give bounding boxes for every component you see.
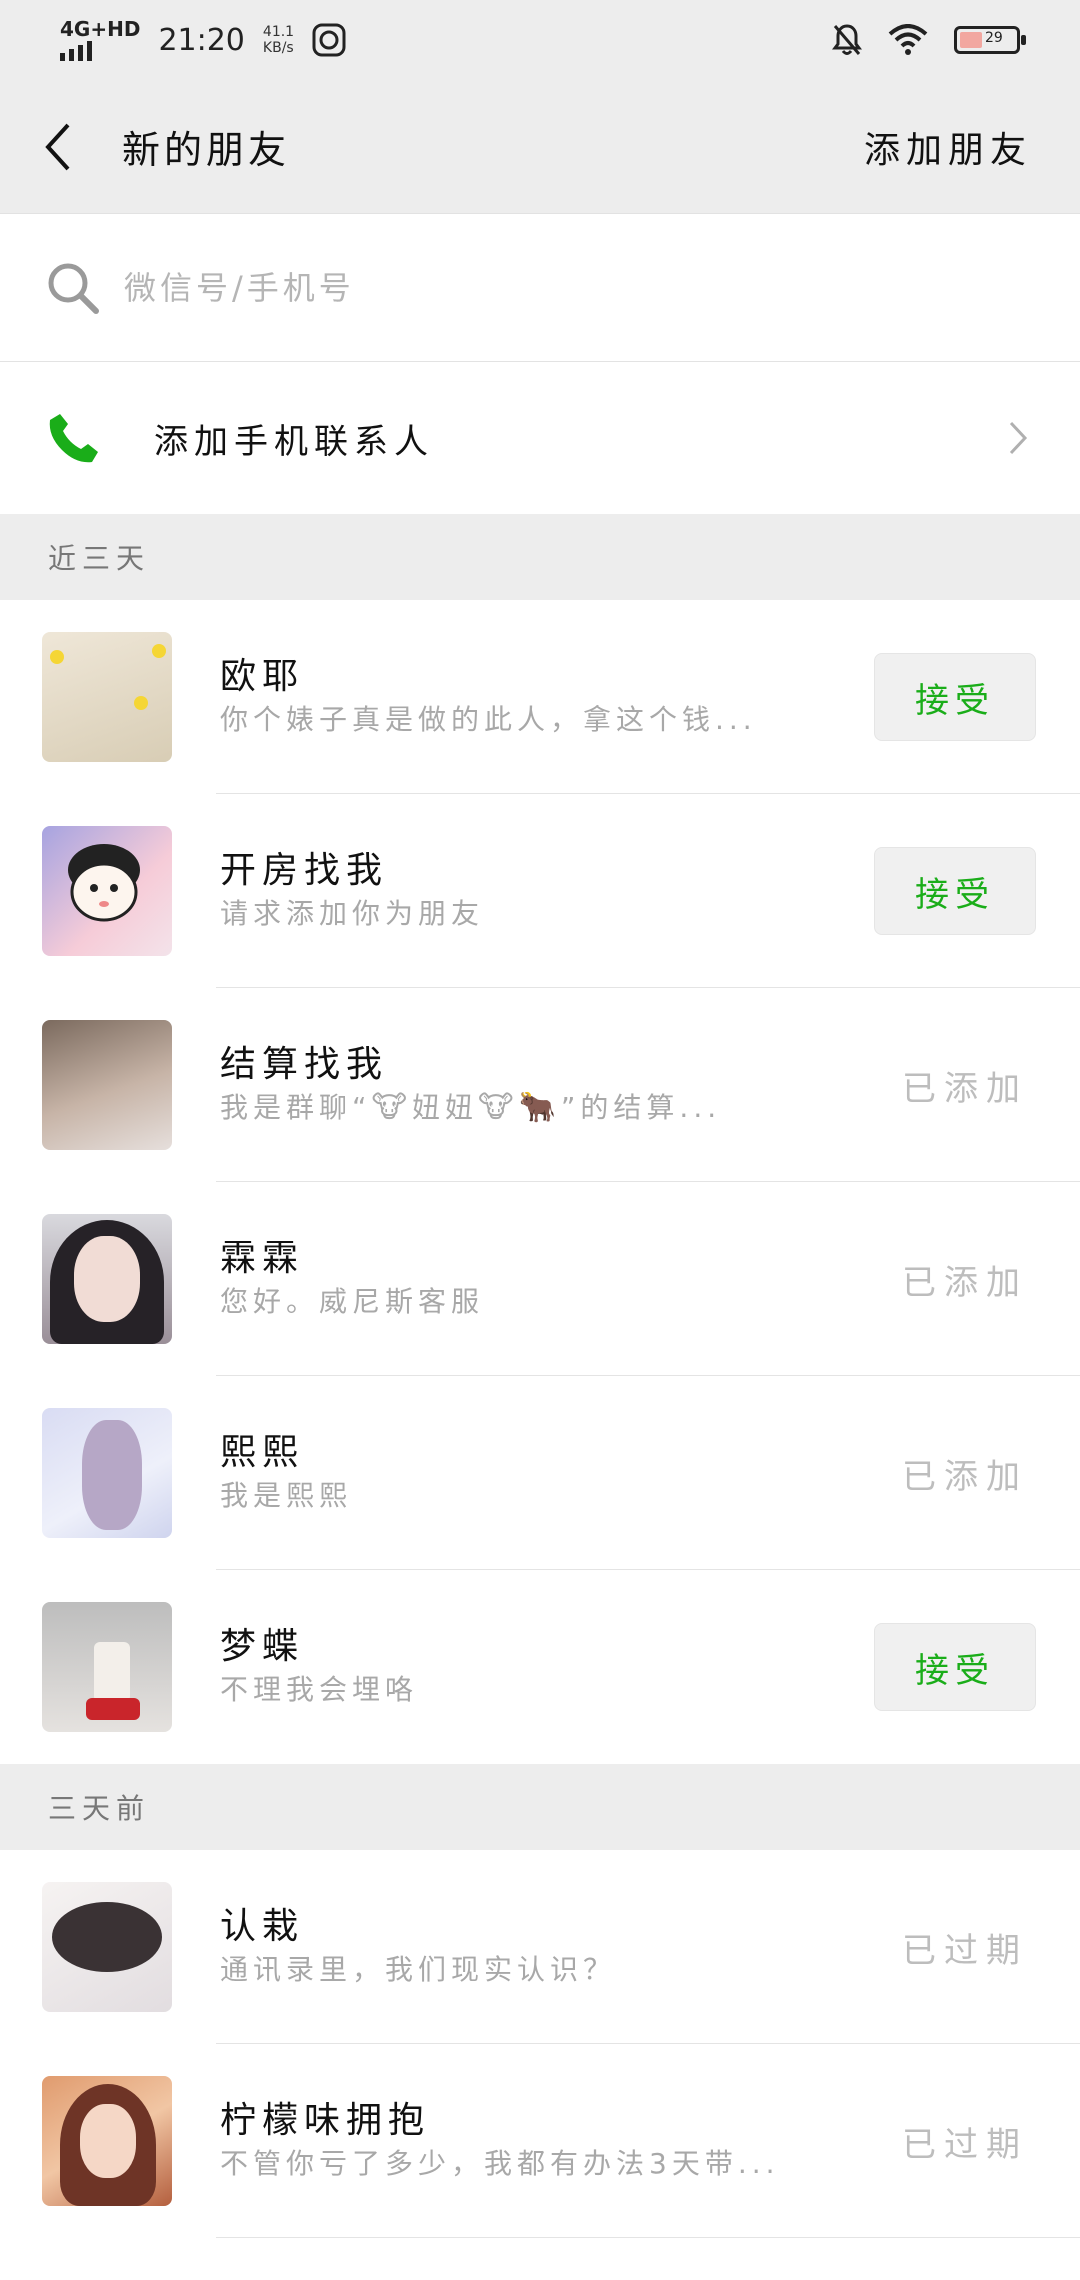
friend-request-row[interactable]: 结算找我 我是群聊“🐮妞妞🐮🐂”的结算... 已添加	[0, 988, 1080, 1182]
battery-icon: 29	[954, 26, 1026, 54]
avatar	[42, 632, 172, 762]
search-icon	[48, 263, 99, 314]
cow-face-emoji: 🐮	[371, 1090, 413, 1125]
page-title: 新的朋友	[122, 128, 291, 172]
search-input[interactable]	[122, 267, 926, 308]
request-message: 不理我会埋咯	[220, 1673, 419, 1706]
request-message: 通讯录里，我们现实认识？	[220, 1953, 617, 1986]
friend-request-row[interactable]: 熙熙 我是熙熙 已添加	[0, 1376, 1080, 1570]
chevron-right-icon	[1009, 421, 1028, 455]
contact-name: 结算找我	[220, 1044, 389, 1085]
added-status: 已添加	[902, 1262, 1028, 1303]
add-phone-contacts-label: 添加手机联系人	[154, 421, 434, 462]
contact-name: 梦蝶	[220, 1626, 305, 1667]
nav-bar: 新的朋友 添加朋友	[0, 80, 1080, 214]
avatar	[42, 826, 172, 956]
request-message: 您好。威尼斯客服	[220, 1285, 485, 1318]
expired-status: 已过期	[902, 2124, 1028, 2165]
accept-button[interactable]: 接受	[874, 653, 1036, 741]
battery-level: 29	[985, 30, 1003, 46]
mute-bell-icon	[832, 24, 862, 55]
add-friends-button[interactable]: 添加朋友	[864, 121, 1032, 173]
add-phone-contacts-item[interactable]: 添加手机联系人	[0, 362, 1080, 514]
friend-request-row[interactable]: 认栽 通讯录里，我们现实认识？ 已过期	[0, 1850, 1080, 2044]
back-button[interactable]	[38, 122, 78, 172]
avatar	[42, 1408, 172, 1538]
contact-name: 霖霖	[220, 1238, 305, 1279]
friend-request-row[interactable]: 梦蝶 不理我会埋咯 接受	[0, 1570, 1080, 1764]
network-type: 4G+HD	[60, 17, 141, 41]
avatar	[42, 1882, 172, 2012]
request-message: 我是熙熙	[220, 1479, 353, 1512]
request-message: 请求添加你为朋友	[220, 897, 485, 930]
contact-name: 欧耶	[220, 656, 305, 697]
contact-name: 熙熙	[220, 1432, 305, 1473]
cartoon-face-icon	[68, 844, 140, 922]
message-mid: 妞妞	[412, 1091, 479, 1124]
accept-button[interactable]: 接受	[874, 1623, 1036, 1711]
request-message: 不管你亏了多少，我都有办法3天带...	[220, 2147, 780, 2180]
avatar	[42, 1602, 172, 1732]
avatar	[42, 2076, 172, 2206]
back-arrow-icon	[45, 123, 70, 170]
clock: 21:20	[158, 22, 245, 58]
contact-name: 开房找我	[220, 850, 389, 891]
added-status: 已添加	[902, 1068, 1028, 1109]
wifi-icon	[888, 24, 928, 55]
network-speed: 41.1 KB/s	[263, 24, 294, 56]
message-prefix: 我是群聊“	[220, 1091, 372, 1124]
section-header-older: 三天前	[0, 1764, 1080, 1850]
signal-icon	[60, 39, 140, 61]
added-status: 已添加	[902, 1456, 1028, 1497]
contact-name: 柠檬味拥抱	[220, 2100, 431, 2141]
friend-request-row[interactable]: 开房找我 请求添加你为朋友 接受	[0, 794, 1080, 988]
request-message: 我是群聊“🐮妞妞🐮🐂”的结算...	[220, 1088, 820, 1128]
contact-name: 认栽	[220, 1906, 305, 1947]
search-bar[interactable]	[0, 214, 1080, 362]
ox-emoji: 🐂	[518, 1090, 561, 1125]
request-message: 你个婊子真是做的此人，拿这个钱...	[220, 703, 757, 736]
speed-value: 41.1	[262, 24, 295, 40]
app-notification-icon	[312, 23, 346, 57]
accept-button[interactable]: 接受	[874, 847, 1036, 935]
friend-request-row[interactable]: 柠檬味拥抱 不管你亏了多少，我都有办法3天带... 已过期	[0, 2044, 1080, 2238]
status-bar: 4G+HD 21:20 41.1 KB/s 29	[0, 0, 1080, 80]
avatar	[42, 1020, 172, 1150]
section-header-recent: 近三天	[0, 514, 1080, 600]
speed-unit: KB/s	[262, 40, 294, 56]
friend-request-row[interactable]: 霖霖 您好。威尼斯客服 已添加	[0, 1182, 1080, 1376]
signal-indicator: 4G+HD	[60, 19, 140, 61]
expired-status: 已过期	[902, 1930, 1028, 1971]
cow-face-emoji: 🐮	[478, 1090, 519, 1125]
avatar	[42, 1214, 172, 1344]
friend-request-row[interactable]: 欧耶 你个婊子真是做的此人，拿这个钱... 接受	[0, 600, 1080, 794]
phone-icon	[49, 414, 98, 463]
message-suffix: ”的结算...	[560, 1091, 722, 1124]
